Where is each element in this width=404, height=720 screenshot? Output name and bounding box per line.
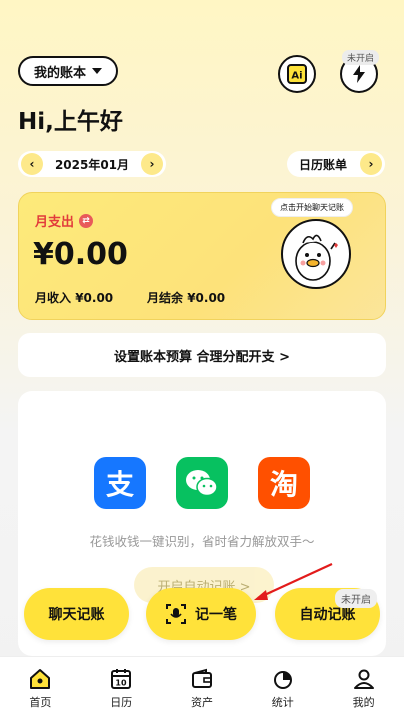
duck-mascot-icon bbox=[295, 234, 338, 281]
wechat-logo-icon bbox=[186, 470, 218, 497]
ai-icon: Ai bbox=[287, 64, 307, 84]
tab-home[interactable]: 首页 bbox=[0, 657, 81, 720]
add-record-button[interactable]: 记一笔 bbox=[146, 588, 256, 640]
quick-action-status-badge: 未开启 bbox=[342, 50, 380, 65]
auto-record-status-badge: 未开启 bbox=[335, 589, 377, 608]
monthly-summary-card[interactable]: 月支出 ⇄ ¥0.00 月收入 ¥0.00 月结余 ¥0.00 点击开始聊天记账 bbox=[18, 192, 386, 320]
expense-label-row[interactable]: 月支出 ⇄ bbox=[35, 211, 94, 230]
next-month-button[interactable]: › bbox=[140, 153, 163, 175]
book-select-dropdown[interactable]: 我的账本 bbox=[18, 56, 118, 86]
income-label: 月收入 bbox=[35, 291, 72, 305]
tab-calendar-label: 日历 bbox=[110, 696, 133, 709]
taobao-icon[interactable]: 淘 bbox=[258, 457, 310, 509]
user-icon bbox=[353, 669, 374, 689]
greeting-title: Hi,上午好 bbox=[18, 109, 123, 135]
calendar-day-number: 10 bbox=[116, 679, 128, 688]
prev-month-button[interactable]: ‹ bbox=[21, 153, 43, 175]
bolt-icon bbox=[353, 65, 365, 83]
balance-amount: ¥0.00 bbox=[187, 291, 226, 305]
voice-scan-icon bbox=[166, 604, 186, 624]
calendar-icon: 10 bbox=[111, 669, 132, 689]
tab-profile-label: 我的 bbox=[352, 696, 375, 709]
pie-chart-icon bbox=[273, 671, 292, 689]
home-icon bbox=[30, 669, 51, 689]
chevron-right-icon: › bbox=[360, 153, 382, 175]
current-month[interactable]: 2025年01月 bbox=[55, 156, 129, 173]
calendar-bill-label: 日历账单 bbox=[299, 157, 348, 172]
tab-calendar[interactable]: 10 日历 bbox=[81, 657, 162, 720]
tab-profile[interactable]: 我的 bbox=[323, 657, 404, 720]
income-summary: 月收入 ¥0.00 bbox=[35, 289, 113, 306]
tab-assets-label: 资产 bbox=[190, 696, 213, 709]
switch-icon: ⇄ bbox=[79, 213, 94, 228]
balance-summary: 月结余 ¥0.00 bbox=[147, 289, 225, 306]
tab-assets[interactable]: 资产 bbox=[162, 657, 243, 720]
chevron-down-icon bbox=[92, 68, 102, 74]
bottom-tab-bar: 首页 10 日历 资产 统计 我的 bbox=[0, 656, 404, 720]
calendar-bill-button[interactable]: 日历账单 › bbox=[287, 151, 385, 177]
add-record-label: 记一笔 bbox=[195, 607, 237, 623]
tab-statistics[interactable]: 统计 bbox=[242, 657, 323, 720]
chat-bubble[interactable]: 点击开始聊天记账 bbox=[271, 198, 353, 217]
duck-mascot-avatar[interactable] bbox=[281, 219, 351, 289]
budget-setting-button[interactable]: 设置账本预算 合理分配开支 > bbox=[18, 333, 386, 377]
auto-record-tip: 花钱收钱一键识别，省时省力解放双手～ bbox=[89, 534, 315, 549]
chat-record-button[interactable]: 聊天记账 bbox=[24, 588, 129, 640]
expense-label: 月支出 bbox=[35, 215, 75, 230]
book-select-label: 我的账本 bbox=[33, 65, 86, 81]
income-amount: ¥0.00 bbox=[75, 291, 114, 305]
balance-label: 月结余 bbox=[147, 291, 184, 305]
ai-assistant-button[interactable]: Ai bbox=[278, 55, 316, 93]
wallet-icon bbox=[191, 668, 212, 688]
expense-amount: ¥0.00 bbox=[33, 237, 128, 272]
alipay-icon[interactable]: 支 bbox=[94, 457, 146, 509]
tab-statistics-label: 统计 bbox=[271, 696, 294, 709]
tab-home-label: 首页 bbox=[29, 696, 52, 709]
month-navigator: ‹ 2025年01月 › bbox=[18, 151, 166, 177]
wechat-icon[interactable] bbox=[176, 457, 228, 509]
svg-text:Ai: Ai bbox=[291, 71, 302, 82]
